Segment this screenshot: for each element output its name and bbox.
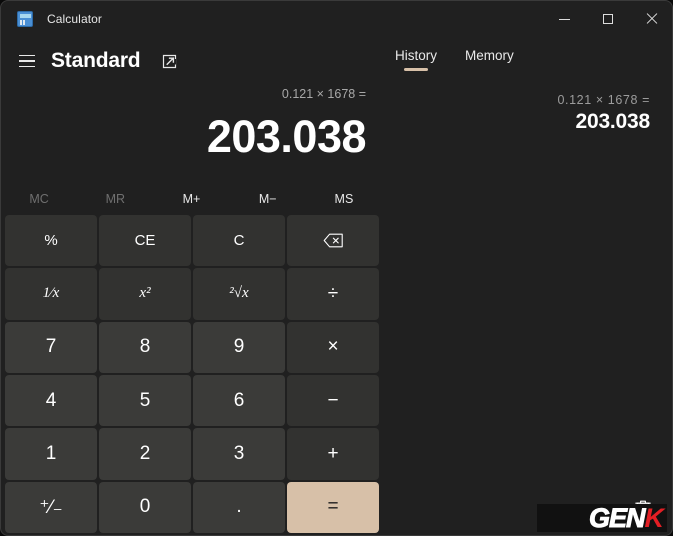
genk-watermark: GEN K <box>537 502 667 533</box>
calculator-display: 0.121 × 1678 = 203.038 <box>1 87 382 163</box>
memory-recall-button[interactable]: MR <box>77 187 153 211</box>
tab-memory[interactable]: Memory <box>463 45 516 71</box>
eight-label: 8 <box>139 336 151 358</box>
negate-button[interactable]: ⁺⁄₋ <box>5 481 97 533</box>
memory-button-row: MC MR M+ M− MS <box>1 187 382 211</box>
maximize-icon <box>603 14 613 24</box>
history-item-expression: 0.121 × 1678 = <box>557 93 650 107</box>
hamburger-line <box>19 54 35 57</box>
memory-store-label: MS <box>334 192 354 206</box>
one-label: 1 <box>45 442 57 464</box>
six-label: 6 <box>233 389 245 411</box>
minimize-button[interactable] <box>542 1 586 37</box>
close-icon <box>646 13 658 25</box>
memory-add-label: M+ <box>182 192 201 206</box>
five-label: 5 <box>139 389 151 411</box>
subtract-button[interactable]: − <box>287 374 379 427</box>
five-button[interactable]: 5 <box>99 374 191 427</box>
four-button[interactable]: 4 <box>5 374 97 427</box>
hamburger-menu-icon[interactable] <box>7 43 47 79</box>
window-controls <box>542 1 672 37</box>
memory-clear-label: MC <box>29 192 49 206</box>
multiply-button[interactable]: × <box>287 321 379 373</box>
display-expression: 0.121 × 1678 = <box>281 87 366 101</box>
page-title: Standard <box>51 49 141 72</box>
two-button[interactable]: 2 <box>99 428 191 480</box>
calculator-window: Calculator Standard History Memory 0.121… <box>0 0 673 536</box>
square-label: x² <box>139 285 151 302</box>
six-button[interactable]: 6 <box>193 374 285 427</box>
tab-active-indicator <box>404 68 428 71</box>
divide-button[interactable]: ÷ <box>287 268 379 320</box>
memory-store-button[interactable]: MS <box>306 187 382 211</box>
percent-label: % <box>44 232 58 250</box>
reciprocal-label: 1⁄x <box>42 285 60 302</box>
square-button[interactable]: x² <box>99 268 191 320</box>
memory-subtract-button[interactable]: M− <box>230 187 306 211</box>
memory-recall-label: MR <box>105 192 126 206</box>
decimal-button[interactable]: . <box>193 481 285 533</box>
divide-label: ÷ <box>327 282 339 304</box>
memory-clear-button[interactable]: MC <box>1 187 77 211</box>
history-memory-tabs: History Memory <box>393 45 516 71</box>
backspace-icon <box>323 233 343 248</box>
zero-button[interactable]: 0 <box>99 481 191 533</box>
eight-button[interactable]: 8 <box>99 321 191 373</box>
close-button[interactable] <box>630 1 672 37</box>
calculator-keypad: % CE C 1⁄x x² ²√x ÷ 7 8 9 × 4 5 6 − 1 2 … <box>5 215 379 533</box>
decimal-label: . <box>236 496 242 518</box>
memory-add-button[interactable]: M+ <box>153 187 229 211</box>
tab-memory-label: Memory <box>465 48 514 63</box>
maximize-button[interactable] <box>586 1 630 37</box>
square-root-label: ²√x <box>229 285 249 302</box>
history-item-result: 203.038 <box>575 110 650 133</box>
percent-button[interactable]: % <box>5 215 97 267</box>
two-label: 2 <box>139 442 151 464</box>
hamburger-line <box>19 65 35 68</box>
square-root-button[interactable]: ²√x <box>193 268 285 320</box>
backspace-button[interactable] <box>287 215 379 267</box>
zero-label: 0 <box>139 496 151 518</box>
clear-label: C <box>233 232 245 250</box>
tab-history[interactable]: History <box>393 45 439 71</box>
app-header: Standard <box>1 41 182 81</box>
memory-subtract-label: M− <box>258 192 277 206</box>
add-label: + <box>327 442 339 464</box>
title-bar: Calculator <box>1 1 672 37</box>
watermark-gen: GEN <box>588 502 645 533</box>
subtract-label: − <box>327 389 339 411</box>
calculator-icon <box>17 11 33 27</box>
equals-button[interactable]: = <box>287 481 379 533</box>
display-result[interactable]: 203.038 <box>1 111 382 163</box>
reciprocal-button[interactable]: 1⁄x <box>5 268 97 320</box>
seven-label: 7 <box>45 336 57 358</box>
multiply-label: × <box>327 336 339 358</box>
four-label: 4 <box>45 389 57 411</box>
three-label: 3 <box>233 442 245 464</box>
negate-label: ⁺⁄₋ <box>39 496 63 518</box>
equals-label: = <box>327 496 339 518</box>
hamburger-line <box>19 60 35 62</box>
tab-history-label: History <box>395 48 438 63</box>
history-panel: 0.121 × 1678 = 203.038 <box>393 93 658 134</box>
nine-label: 9 <box>233 336 245 358</box>
keep-on-top-icon[interactable] <box>156 48 182 74</box>
nine-button[interactable]: 9 <box>193 321 285 373</box>
window-title: Calculator <box>47 12 103 26</box>
history-list-item[interactable]: 0.121 × 1678 = 203.038 <box>393 93 658 134</box>
clear-entry-button[interactable]: CE <box>99 215 191 267</box>
one-button[interactable]: 1 <box>5 428 97 480</box>
three-button[interactable]: 3 <box>193 428 285 480</box>
clear-entry-label: CE <box>134 232 156 250</box>
seven-button[interactable]: 7 <box>5 321 97 373</box>
clear-button[interactable]: C <box>193 215 285 267</box>
add-button[interactable]: + <box>287 428 379 480</box>
watermark-k: K <box>644 502 664 533</box>
minimize-icon <box>558 18 570 20</box>
